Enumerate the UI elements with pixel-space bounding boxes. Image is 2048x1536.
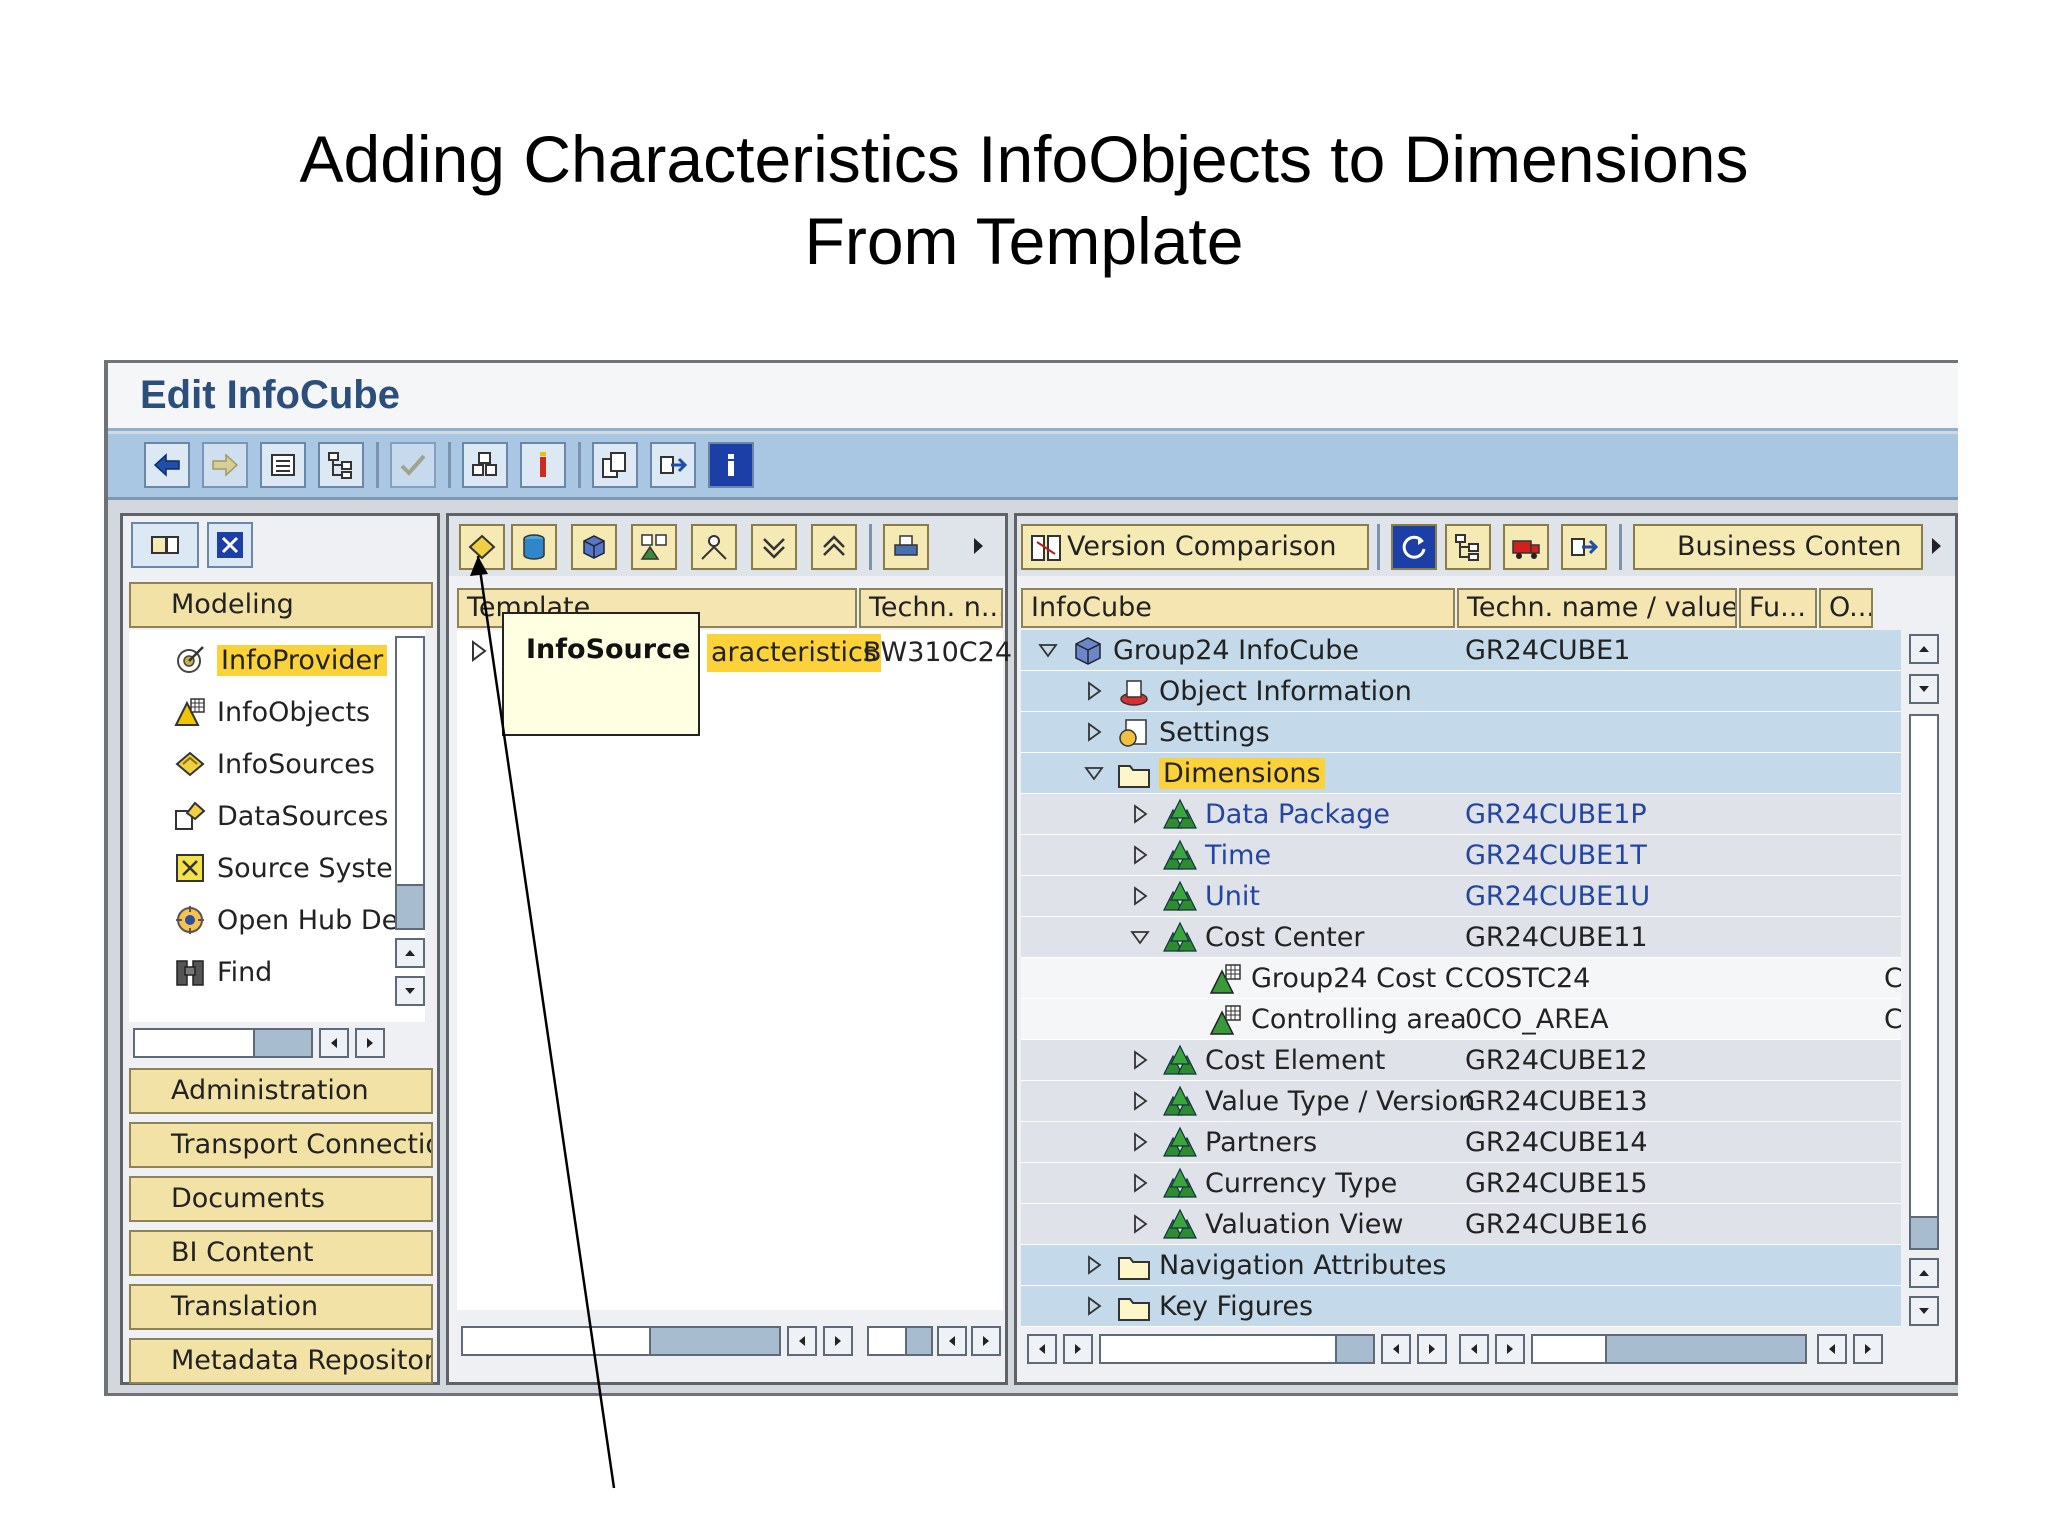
annotation-pointer-line bbox=[470, 555, 616, 1489]
slide: Adding Characteristics InfoObjects to Di… bbox=[0, 0, 2048, 1536]
